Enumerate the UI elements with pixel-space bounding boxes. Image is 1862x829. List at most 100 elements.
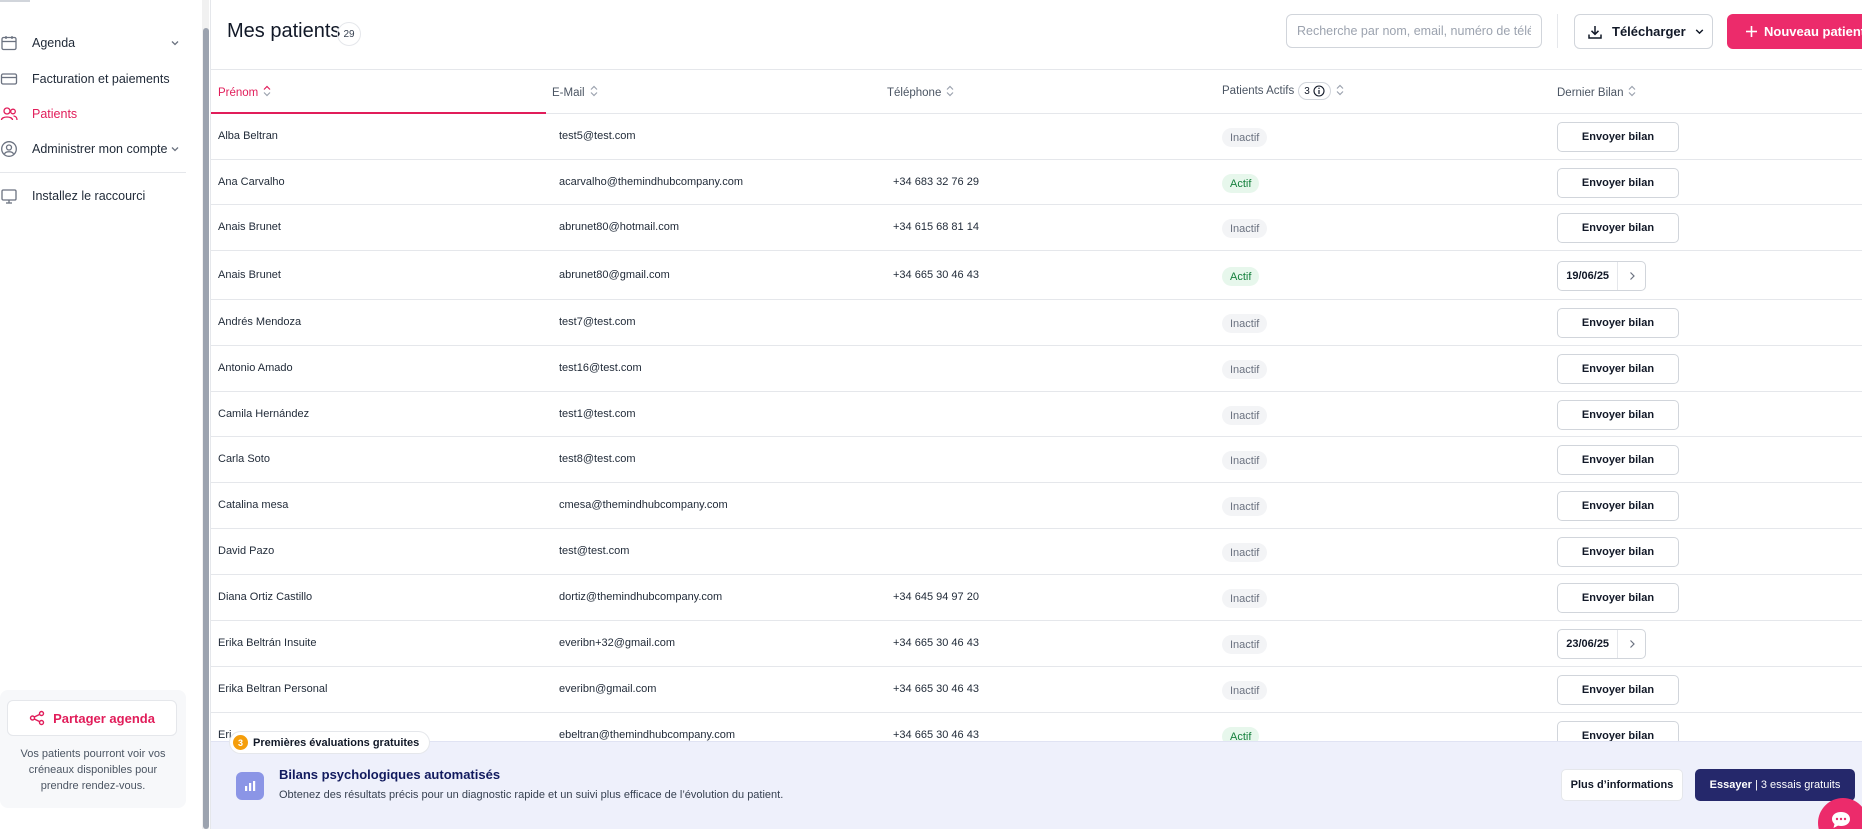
patient-email: test@test.com: [559, 545, 630, 557]
promo-tag: 3 Premières évaluations gratuites: [230, 732, 430, 753]
patient-phone: +34 665 30 46 43: [893, 729, 979, 741]
column-header-email[interactable]: E-Mail: [552, 85, 598, 100]
patient-phone: +34 683 32 76 29: [893, 176, 979, 188]
sort-icon: [263, 85, 271, 100]
send-bilan-button[interactable]: Envoyer bilan: [1557, 168, 1679, 198]
patient-phone: +34 665 30 46 43: [893, 637, 979, 649]
column-header-label: Téléphone: [887, 86, 942, 99]
try-button[interactable]: Essayer | 3 essais gratuits: [1695, 769, 1855, 801]
status-badge: Inactif: [1222, 360, 1268, 379]
chevron-down-icon: [170, 37, 180, 51]
monitor-icon: [0, 186, 24, 206]
download-icon: [1588, 25, 1602, 39]
try-suffix: | 3 essais gratuits: [1754, 779, 1841, 791]
patient-name: Anais Brunet: [218, 221, 281, 233]
last-bilan-date: 19/06/25: [1566, 270, 1610, 282]
table-row[interactable]: Carla Soto test8@test.com Inactif Envoyer b…: [211, 437, 1862, 483]
table-row[interactable]: David Pazo test@test.com Inactif Envoyer bi…: [211, 529, 1862, 575]
patient-name: Carla Soto: [218, 453, 270, 465]
send-bilan-button[interactable]: Envoyer bilan: [1557, 400, 1679, 430]
send-bilan-button[interactable]: Envoyer bilan: [1557, 445, 1679, 475]
last-bilan-date: 23/06/25: [1566, 638, 1610, 650]
table-row[interactable]: Alba Beltran test5@test.com Inactif Envoyer…: [211, 114, 1862, 160]
patient-email: test1@test.com: [559, 408, 636, 420]
patient-name: Erika Beltran Personal: [218, 683, 328, 695]
send-bilan-button[interactable]: Envoyer bilan: [1557, 583, 1679, 613]
sort-icon: [1336, 84, 1344, 99]
column-header-last-bilan[interactable]: Dernier Bilan: [1557, 85, 1636, 100]
column-header-phone[interactable]: Téléphone: [887, 85, 954, 100]
table-row[interactable]: Andrés Mendoza test7@test.com Inactif Envoy…: [211, 300, 1862, 346]
table-row[interactable]: Diana Ortiz Castillo dortiz@themindhubcom…: [211, 575, 1862, 621]
patient-email: ebeltran@themindhubcompany.com: [559, 729, 736, 741]
send-bilan-button[interactable]: Envoyer bilan: [1557, 675, 1679, 705]
column-header-label: Patients Actifs: [1222, 85, 1295, 97]
header-divider: [1557, 14, 1558, 48]
last-bilan-button[interactable]: 23/06/25: [1557, 629, 1646, 659]
promo-description: Obtenez des résultats précis pour un dia…: [279, 789, 784, 801]
send-bilan-button[interactable]: Envoyer bilan: [1557, 213, 1679, 243]
try-label: Essayer: [1709, 779, 1752, 791]
account-icon: [0, 139, 24, 159]
sidebar-item-label: Patients: [32, 107, 78, 121]
send-bilan-button[interactable]: Envoyer bilan: [1557, 122, 1679, 152]
table-row[interactable]: Erika Beltran Personal everibn@gmail.com +…: [211, 667, 1862, 713]
table-row[interactable]: Catalina mesa cmesa@themindhubcompany.com…: [211, 483, 1862, 529]
table-row[interactable]: Antonio Amado test16@test.com Inactif Envoy…: [211, 346, 1862, 392]
sort-icon: [590, 85, 598, 100]
sidebar-item-account[interactable]: Administrer mon compte: [0, 136, 190, 162]
share-agenda-button[interactable]: Partager agenda: [7, 700, 177, 736]
download-button[interactable]: Télécharger: [1574, 14, 1713, 49]
patient-phone: +34 665 30 46 43: [893, 683, 979, 695]
table-row[interactable]: Camila Hernández test1@test.com Inactif Env…: [211, 392, 1862, 437]
patient-email: test5@test.com: [559, 130, 636, 142]
share-agenda-description: Vos patients pourront voir vos créneaux …: [20, 748, 166, 792]
patient-email: test8@test.com: [559, 453, 636, 465]
sidebar-item-shortcut[interactable]: Installez le raccourci: [0, 183, 190, 209]
column-header-name[interactable]: Prénom: [218, 85, 271, 100]
patient-name: Diana Ortiz Castillo: [218, 591, 313, 603]
table-row[interactable]: Erika Beltrán Insuite everibn+32@gmail.co…: [211, 621, 1862, 667]
sidebar-item-patients[interactable]: Patients: [0, 101, 190, 127]
send-bilan-button[interactable]: Envoyer bilan: [1557, 491, 1679, 521]
more-info-button[interactable]: Plus d’informations: [1561, 769, 1683, 801]
table-row[interactable]: Anais Brunet abrunet80@hotmail.com +34 615…: [211, 205, 1862, 251]
patient-email: acarvalho@themindhubcompany.com: [559, 176, 744, 188]
status-badge: Actif: [1222, 174, 1260, 193]
patient-count-badge: 29: [337, 22, 361, 46]
send-bilan-button[interactable]: Envoyer bilan: [1557, 354, 1679, 384]
send-bilan-button[interactable]: Envoyer bilan: [1557, 537, 1679, 567]
share-agenda-label: Partager agenda: [53, 710, 155, 726]
sidebar-item-label: Installez le raccourci: [32, 189, 146, 203]
status-badge: Inactif: [1222, 314, 1268, 333]
patients-table: Prénom E-Mail Téléphone Patients Actifs …: [211, 70, 1862, 759]
patient-name: Alba Beltran: [218, 130, 278, 142]
search-input[interactable]: [1286, 14, 1542, 48]
status-badge: Inactif: [1222, 543, 1268, 562]
patient-email: everibn@gmail.com: [559, 683, 657, 695]
patients-icon: [0, 104, 24, 124]
sidebar-item-agenda[interactable]: Agenda: [0, 30, 190, 56]
patient-name: Ana Carvalho: [218, 176, 285, 188]
last-bilan-button[interactable]: 19/06/25: [1557, 261, 1646, 291]
new-patient-button[interactable]: Nouveau patient: [1727, 14, 1862, 49]
column-header-active[interactable]: Patients Actifs 3: [1222, 82, 1344, 100]
send-bilan-button[interactable]: Envoyer bilan: [1557, 308, 1679, 338]
sidebar-scrollbar-thumb[interactable]: [203, 28, 209, 829]
patient-phone: +34 645 94 97 20: [893, 591, 979, 603]
chat-icon: [1832, 812, 1850, 828]
table-row[interactable]: Anais Brunet abrunet80@gmail.com +34 665 3…: [211, 251, 1862, 300]
table-row[interactable]: Ana Carvalho acarvalho@themindhubcompany.…: [211, 160, 1862, 205]
plus-icon: [1746, 26, 1757, 37]
app: Agenda Facturation et paiements Patients…: [0, 0, 1862, 829]
patient-email: abrunet80@hotmail.com: [559, 221, 680, 233]
info-icon: [1313, 85, 1325, 97]
calendar-icon: [0, 33, 24, 53]
download-label: Télécharger: [1612, 24, 1686, 39]
patient-email: abrunet80@gmail.com: [559, 269, 670, 281]
active-count-badge[interactable]: 3: [1298, 82, 1331, 100]
sidebar-item-billing[interactable]: Facturation et paiements: [0, 66, 190, 92]
column-header-label: Dernier Bilan: [1557, 86, 1624, 99]
patient-phone: +34 615 68 81 14: [893, 221, 979, 233]
patient-name: Catalina mesa: [218, 499, 289, 511]
